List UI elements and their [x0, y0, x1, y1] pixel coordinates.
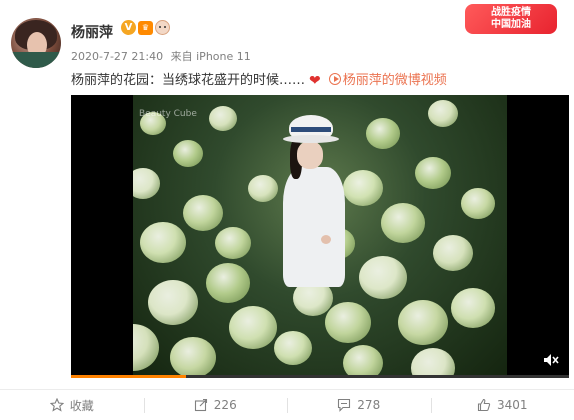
weibo-post: 杨丽萍 V ♛ 2020-7-27 21:40 来自 iPhone 11 战胜疫… — [0, 0, 574, 420]
campaign-badge-line1: 战胜疫情 — [491, 7, 531, 18]
video-progress-bar[interactable] — [71, 375, 569, 378]
video-frame[interactable]: Beauty Cube — [133, 95, 507, 378]
video-progress-fill — [71, 375, 186, 378]
video-link-label: 杨丽萍的微博视频 — [342, 73, 447, 88]
post-meta: 2020-7-27 21:40 来自 iPhone 11 — [71, 48, 255, 64]
favorite-button[interactable]: 收藏 — [0, 390, 144, 420]
like-count: 3401 — [496, 398, 528, 412]
username[interactable]: 杨丽萍 — [71, 22, 113, 42]
source-prefix: 来自 — [170, 50, 193, 63]
like-button[interactable]: 3401 — [430, 390, 574, 420]
post-text: 杨丽萍的花园：当绣球花盛开的时候…… — [71, 73, 306, 88]
repost-button[interactable]: 226 — [143, 390, 288, 420]
action-bar: 收藏 226 278 3401 — [0, 389, 574, 420]
video-link[interactable]: 杨丽萍的微博视频 — [328, 73, 447, 88]
avatar[interactable] — [11, 18, 61, 68]
post-timestamp[interactable]: 2020-7-27 21:40 — [71, 50, 163, 63]
post-source: iPhone 11 — [196, 50, 251, 63]
favorite-label: 收藏 — [69, 398, 94, 413]
star-icon — [49, 398, 64, 412]
campaign-badge[interactable]: 战胜疫情 中国加油 — [465, 4, 557, 34]
comment-button[interactable]: 278 — [287, 390, 431, 420]
video-watermark: Beauty Cube — [139, 109, 197, 119]
member-level-icon[interactable]: ♛ — [138, 21, 153, 35]
comment-count: 278 — [357, 398, 381, 412]
campaign-badge-line2: 中国加油 — [491, 19, 531, 30]
fan-badge-icon[interactable] — [155, 20, 170, 35]
comment-icon — [338, 398, 351, 412]
thumbs-up-icon — [477, 398, 491, 412]
video-player[interactable]: Beauty Cube — [71, 95, 569, 378]
repost-icon — [194, 398, 207, 412]
post-content: 杨丽萍的花园：当绣球花盛开的时候…… ❤ 杨丽萍的微博视频 — [71, 69, 447, 89]
repost-count: 226 — [213, 398, 237, 412]
mute-icon[interactable] — [543, 352, 559, 366]
verified-icon: V — [121, 20, 136, 35]
play-circle-icon — [328, 73, 341, 85]
heart-icon: ❤ — [309, 73, 321, 89]
